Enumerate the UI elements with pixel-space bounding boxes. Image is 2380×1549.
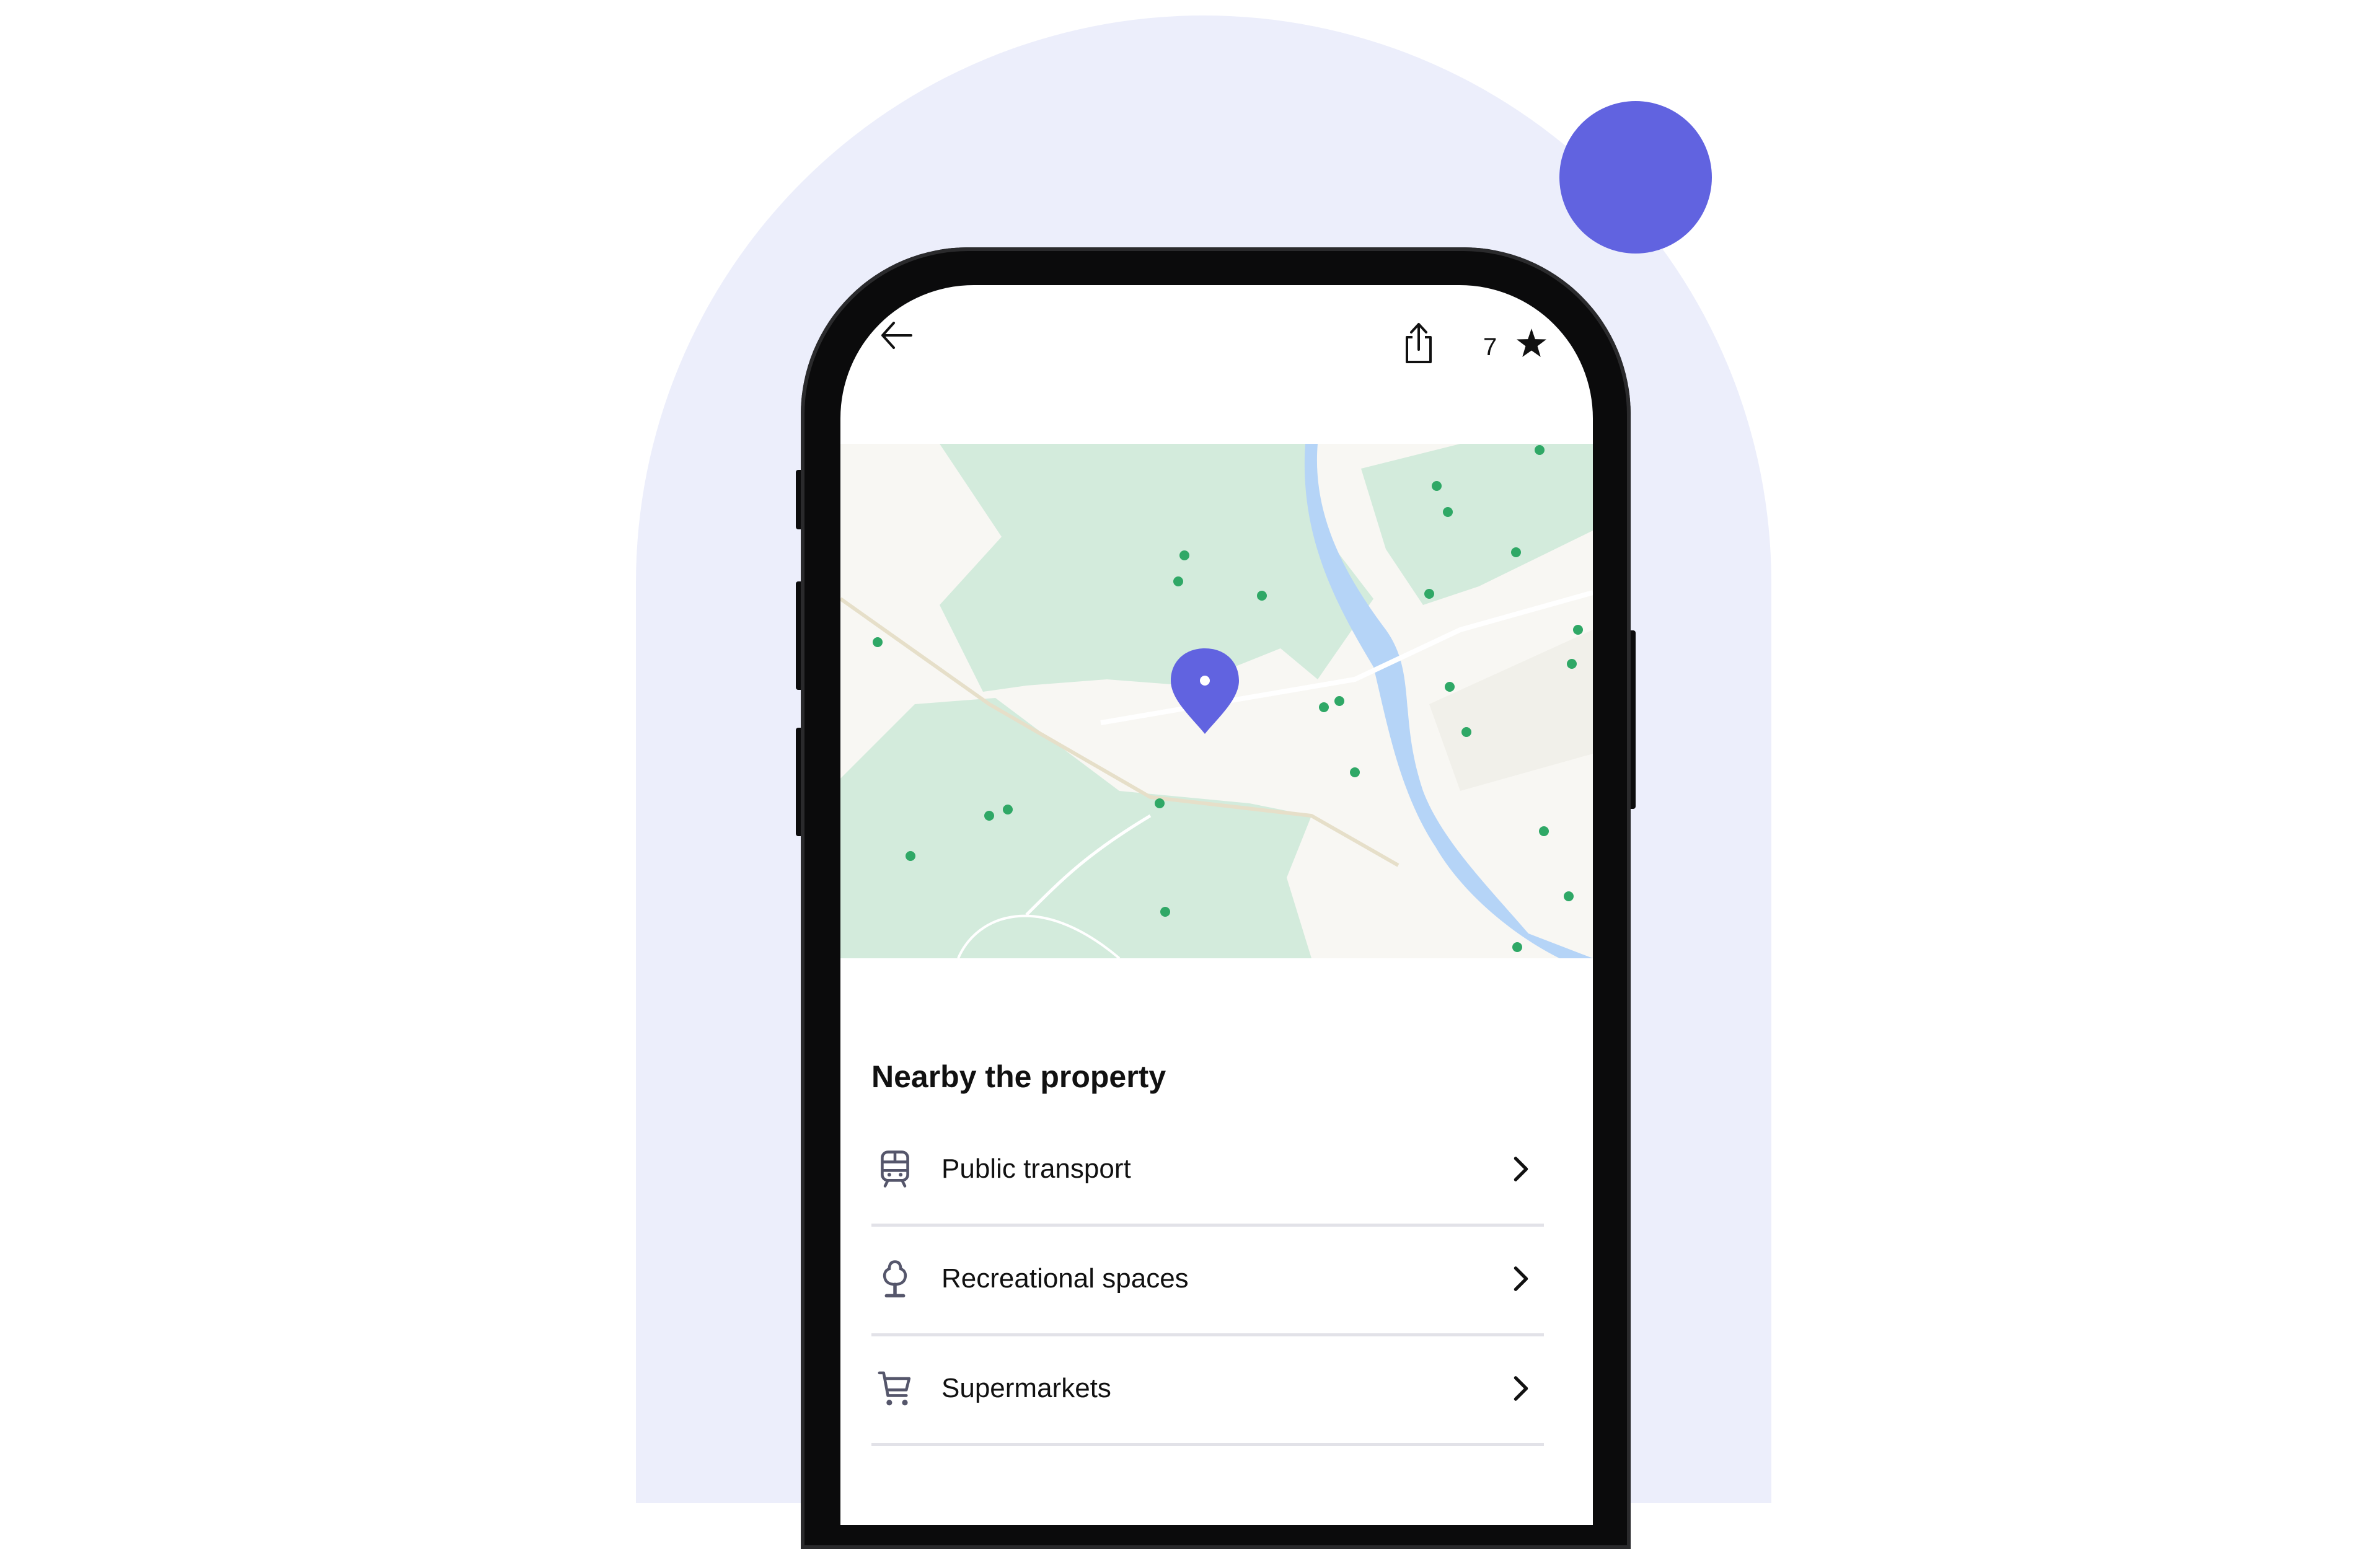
poi-pin[interactable] bbox=[1461, 727, 1471, 737]
share-icon[interactable] bbox=[1402, 322, 1435, 364]
poi-pin[interactable] bbox=[1512, 942, 1522, 952]
poi-pin[interactable] bbox=[1173, 576, 1183, 586]
poi-pin[interactable] bbox=[1567, 659, 1577, 669]
poi-pin[interactable] bbox=[873, 637, 883, 647]
train-icon bbox=[881, 1150, 909, 1188]
nearby-item-label: Supermarkets bbox=[941, 1372, 1111, 1403]
tree-icon bbox=[883, 1260, 907, 1297]
star-icon[interactable] bbox=[1516, 329, 1547, 358]
poi-pin[interactable] bbox=[1511, 547, 1521, 557]
poi-pin[interactable] bbox=[1257, 591, 1267, 601]
nearby-item-recreational-spaces[interactable]: Recreational spaces bbox=[871, 1224, 1544, 1336]
poi-pin[interactable] bbox=[1179, 550, 1189, 560]
poi-pin[interactable] bbox=[1432, 481, 1442, 491]
poi-pin[interactable] bbox=[1564, 891, 1574, 901]
nearby-item-label: Recreational spaces bbox=[941, 1263, 1189, 1294]
poi-pin[interactable] bbox=[1319, 702, 1329, 712]
poi-pin[interactable] bbox=[1350, 767, 1360, 777]
section-title: Nearby the property bbox=[871, 1059, 1166, 1094]
nearby-item-supermarkets[interactable]: Supermarkets bbox=[871, 1333, 1544, 1446]
chevron-right-icon bbox=[1514, 1375, 1528, 1401]
poi-pin[interactable] bbox=[1155, 798, 1165, 808]
accent-circle bbox=[1559, 101, 1712, 254]
arrow-left-icon[interactable] bbox=[880, 321, 912, 350]
chevron-right-icon bbox=[1514, 1156, 1528, 1181]
poi-pin[interactable] bbox=[1539, 826, 1549, 836]
poi-pin[interactable] bbox=[1443, 507, 1453, 517]
nearby-item-label: Public transport bbox=[941, 1153, 1131, 1184]
top-bar: 7 bbox=[840, 285, 1593, 409]
cart-icon bbox=[878, 1371, 911, 1405]
property-map[interactable] bbox=[840, 444, 1593, 958]
poi-pin[interactable] bbox=[906, 851, 915, 861]
poi-pin[interactable] bbox=[1003, 805, 1013, 814]
poi-pin[interactable] bbox=[1160, 907, 1170, 917]
chevron-right-icon bbox=[1514, 1266, 1528, 1291]
poi-pin[interactable] bbox=[1334, 696, 1344, 706]
poi-pin[interactable] bbox=[984, 811, 994, 821]
poi-pin[interactable] bbox=[1573, 625, 1583, 635]
favorites-count: 7 bbox=[1483, 333, 1497, 361]
nearby-item-public-transport[interactable]: Public transport bbox=[871, 1114, 1544, 1227]
poi-pin[interactable] bbox=[1445, 682, 1455, 692]
poi-pin[interactable] bbox=[1535, 445, 1545, 455]
poi-pin[interactable] bbox=[1424, 589, 1434, 599]
phone-screen: 7 Nearby the property Public transport R… bbox=[840, 285, 1593, 1525]
